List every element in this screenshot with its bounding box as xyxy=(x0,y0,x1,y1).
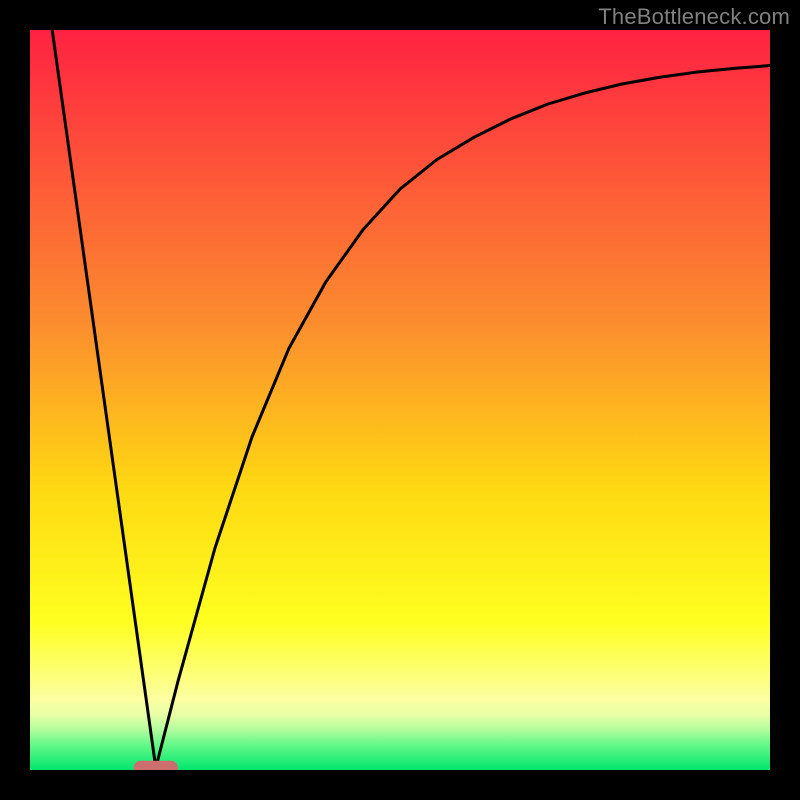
watermark-text: TheBottleneck.com xyxy=(598,4,790,30)
minimum-marker xyxy=(134,761,178,770)
chart-frame: TheBottleneck.com xyxy=(0,0,800,800)
plot-svg xyxy=(30,30,770,770)
plot-area xyxy=(30,30,770,770)
